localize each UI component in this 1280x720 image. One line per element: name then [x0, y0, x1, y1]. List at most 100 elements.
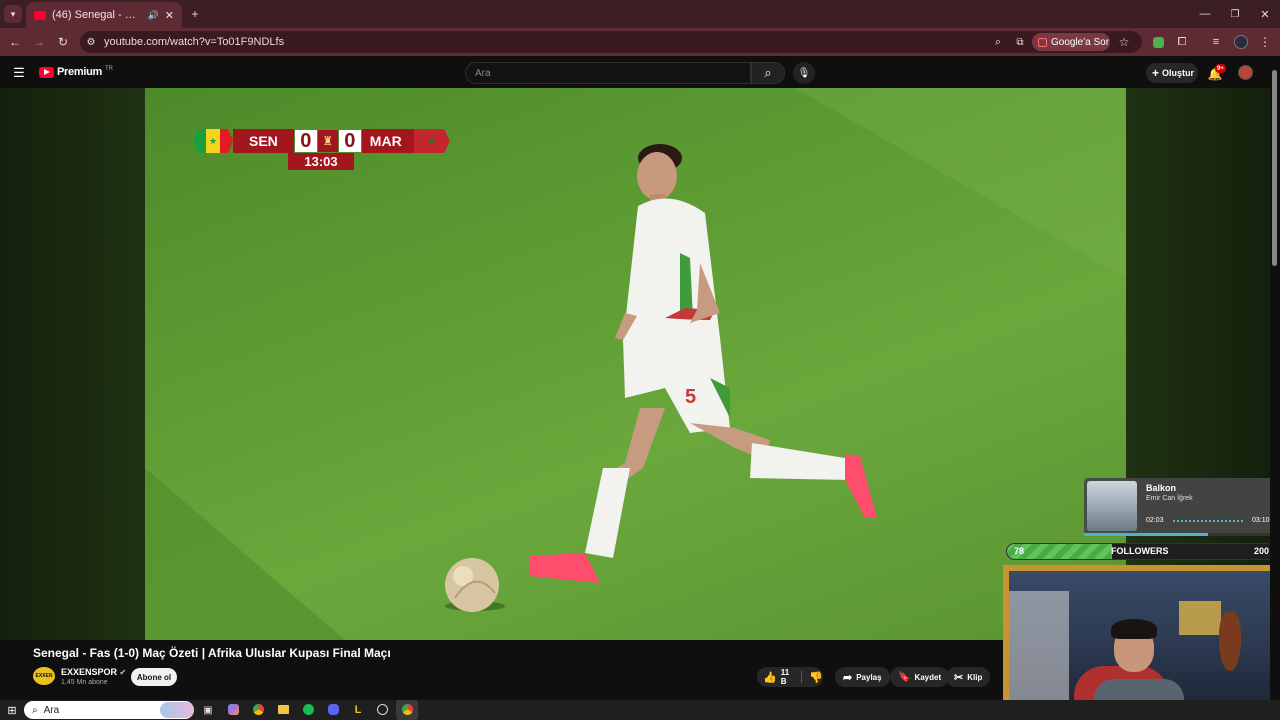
clip-label: Klip: [967, 672, 983, 682]
album-art: [1087, 481, 1137, 531]
scrollbar-thumb[interactable]: [1272, 70, 1277, 266]
scissors-icon: ✂: [954, 671, 964, 684]
browser-tab-active[interactable]: (46) Senegal - Fas (1-0) Maç Özeti | Afr…: [26, 2, 182, 28]
extensions-puzzle-icon[interactable]: ⧠: [1174, 34, 1190, 50]
close-window-icon[interactable]: ✕: [1258, 7, 1272, 21]
profile-avatar[interactable]: [1232, 34, 1250, 50]
microphone-icon: 🎙: [797, 67, 811, 79]
video-blur-left: [0, 88, 145, 640]
followers-goal: 200: [1253, 546, 1269, 556]
trophy-icon: ♜: [317, 130, 338, 152]
divider: [800, 671, 802, 683]
youtube-logo[interactable]: Premium TR: [39, 66, 113, 78]
verified-icon: ✔: [119, 668, 127, 677]
media-controls-icon[interactable]: ≡: [1208, 34, 1224, 50]
url-text: youtube.com/watch?v=To01F9NDLfs: [104, 36, 285, 48]
minimize-icon[interactable]: —: [1198, 7, 1212, 21]
webcam-overlay: [1003, 565, 1280, 720]
restore-icon[interactable]: ❐: [1228, 7, 1242, 21]
lol-icon[interactable]: L: [352, 703, 364, 717]
chrome-menu-icon[interactable]: ⋮: [1258, 34, 1272, 50]
search-highlight-image: [160, 702, 194, 718]
like-count: 11 B: [780, 668, 790, 686]
guitar: [1219, 611, 1241, 671]
speaker-icon[interactable]: 🔊: [148, 10, 159, 21]
spotify-icon[interactable]: [303, 704, 314, 715]
thumbs-up-icon[interactable]: 👍: [763, 671, 777, 684]
plus-icon: +: [1152, 66, 1160, 80]
match-scoreboard: ★ SEN 0 ♜ 0 MAR ★: [193, 129, 450, 153]
football-player: 5: [530, 144, 877, 583]
install-app-icon[interactable]: ⧉: [1012, 34, 1028, 50]
voice-search-button[interactable]: 🎙: [793, 62, 815, 84]
waveform: [1173, 520, 1245, 522]
google-lens-icon: [1038, 37, 1047, 47]
followers-goal-bar: 78 FOLLOWERS 200: [1006, 543, 1276, 560]
away-score: 0: [338, 130, 361, 152]
back-icon[interactable]: ←: [7, 34, 23, 50]
search-icon: ⌕: [764, 65, 772, 80]
save-label: Kaydet: [914, 672, 942, 682]
extension-shield-icon[interactable]: [1150, 34, 1166, 50]
away-team: MAR: [361, 129, 414, 153]
thumbs-down-icon[interactable]: 👎: [809, 671, 823, 684]
youtube-play-icon: [39, 66, 54, 78]
followers-current: 78: [1014, 546, 1025, 556]
webcam-feed: [1009, 571, 1274, 714]
create-label: Oluştur: [1162, 68, 1195, 78]
region-code: TR: [104, 66, 113, 72]
google-ask-button[interactable]: Google'a Sor: [1032, 33, 1110, 51]
forward-icon[interactable]: →: [31, 34, 47, 50]
zoom-icon[interactable]: ⌕: [990, 34, 1006, 50]
save-button[interactable]: 🔖 Kaydet: [890, 667, 950, 687]
like-dislike-group: 👍 11 B 👎: [757, 667, 823, 687]
google-ask-label: Google'a Sor: [1051, 36, 1110, 48]
morocco-flag-icon: ★: [413, 129, 450, 153]
chrome-active-icon[interactable]: [402, 704, 413, 715]
channel-logo-text: EXXEN: [35, 673, 53, 679]
subscribe-button[interactable]: Abone ol: [131, 668, 177, 686]
obs-icon[interactable]: [377, 704, 388, 715]
hamburger-menu-icon[interactable]: ☰: [11, 65, 27, 81]
share-button[interactable]: ➦ Paylaş: [835, 667, 890, 687]
channel-name[interactable]: EXXENSPOR ✔: [61, 667, 126, 677]
home-team: SEN: [233, 129, 294, 153]
chevron-down-icon: ▾: [10, 8, 16, 19]
match-clock: 13:03: [288, 153, 354, 170]
wall-poster: [1009, 591, 1069, 701]
create-button[interactable]: + Oluştur: [1146, 63, 1198, 83]
new-tab-icon[interactable]: +: [188, 7, 202, 21]
bookmark-icon: 🔖: [898, 671, 911, 683]
file-explorer-icon[interactable]: [278, 705, 289, 714]
song-title: Balkon: [1146, 483, 1177, 493]
elapsed-time: 02:03: [1146, 517, 1164, 524]
search-button[interactable]: ⌕: [751, 62, 785, 84]
channel-name-text: EXXENSPOR: [61, 667, 118, 677]
discord-icon[interactable]: [328, 704, 339, 715]
youtube-avatar[interactable]: [1238, 65, 1253, 80]
address-bar[interactable]: youtube.com/watch?v=To01F9NDLfs: [80, 31, 1142, 53]
taskbar-search-placeholder: Ara: [43, 704, 60, 716]
reload-icon[interactable]: ↻: [55, 34, 71, 50]
video-frame: 5: [145, 88, 1126, 640]
search-input[interactable]: Ara: [465, 62, 751, 84]
followers-label: FOLLOWERS: [1111, 546, 1169, 556]
channel-avatar[interactable]: EXXEN: [33, 667, 55, 685]
song-progress-fill: [1084, 533, 1209, 536]
subscriber-count: 1,45 Mn abone: [61, 679, 108, 686]
copilot-icon[interactable]: [228, 704, 239, 715]
video-player[interactable]: 5: [145, 88, 1126, 640]
senegal-flag-icon: ★: [193, 129, 233, 153]
site-settings-icon[interactable]: ⚙: [84, 34, 98, 50]
now-playing-widget: Balkon Emir Can İğrek 02:03 03:10: [1084, 478, 1275, 536]
task-view-icon[interactable]: ▣: [201, 703, 215, 717]
windows-start-icon[interactable]: ⊞: [5, 703, 19, 717]
streamer-hair: [1111, 619, 1157, 639]
chrome-taskbar-icon[interactable]: [253, 704, 264, 715]
tab-search-button[interactable]: ▾: [4, 5, 22, 23]
close-tab-icon[interactable]: ✕: [165, 9, 174, 22]
clip-button[interactable]: ✂ Klip: [946, 667, 991, 687]
taskbar-search-icon: ⌕: [32, 704, 38, 716]
youtube-logo-text: Premium: [57, 66, 102, 78]
bookmark-star-icon[interactable]: ☆: [1116, 34, 1132, 50]
